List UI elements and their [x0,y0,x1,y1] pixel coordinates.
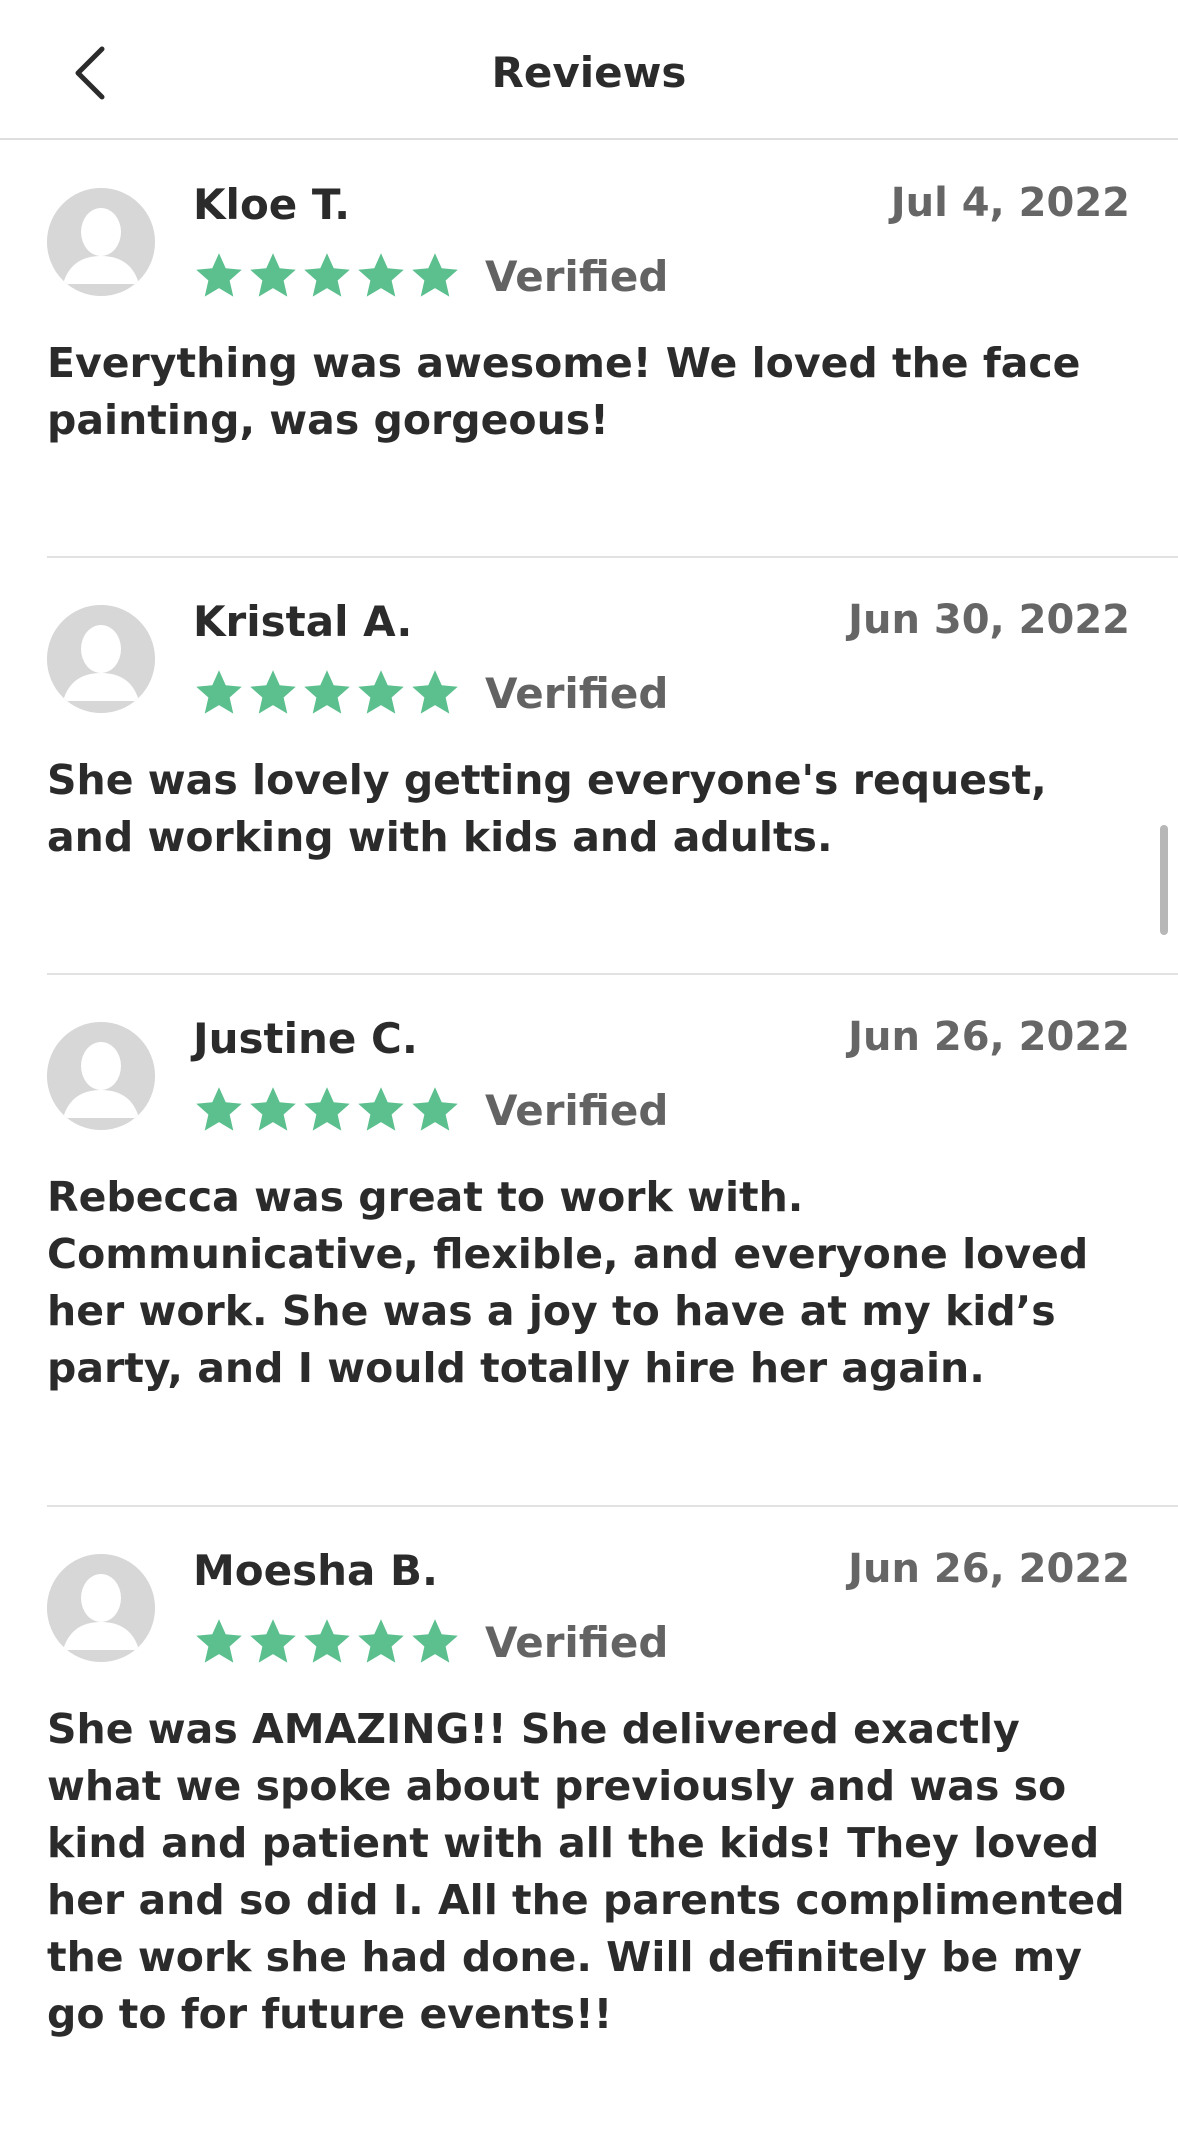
review-text: Everything was awesome! We loved the fac… [47,339,1081,444]
star-icon [358,1619,404,1663]
verified-badge: Verified [485,668,669,718]
star-icon [196,1619,242,1663]
star-icon [304,1619,350,1663]
star-rating [193,1084,463,1136]
page-title: Reviews [491,48,687,97]
star-icon [412,1619,458,1663]
star-icon [358,253,404,297]
star-icon [412,670,458,714]
star-icon [304,670,350,714]
star-icon [196,253,242,297]
rating-row: Verified [193,1082,668,1138]
star-rating [193,250,463,302]
review-text: Rebecca was great to work with. Communic… [47,1173,1089,1392]
review-date: Jun 26, 2022 [848,1014,1130,1060]
rating-row: Verified [193,1614,668,1670]
review-date: Jun 26, 2022 [848,1546,1130,1592]
review-text: She was AMAZING!! She delivered exactly … [47,1705,1125,2038]
star-icon [250,1619,296,1663]
avatar [47,605,155,713]
star-icon [304,1087,350,1131]
avatar [47,1554,155,1662]
rating-row: Verified [193,248,668,304]
review-date: Jul 4, 2022 [890,180,1130,226]
reviewer-name: Kristal A. [193,597,413,646]
user-placeholder-icon [47,605,155,713]
divider [47,1505,1178,1507]
star-icon [304,253,350,297]
scrollbar[interactable] [1160,825,1168,935]
review-date: Jun 30, 2022 [848,597,1130,643]
verified-badge: Verified [485,251,669,301]
star-rating [193,1616,463,1668]
star-icon [412,253,458,297]
divider [47,973,1178,975]
star-icon [196,1087,242,1131]
review-text: She was lovely getting everyone's reques… [47,756,1047,861]
star-icon [358,1087,404,1131]
user-placeholder-icon [47,1554,155,1662]
star-icon [412,1087,458,1131]
user-placeholder-icon [47,1022,155,1130]
avatar [47,188,155,296]
star-icon [250,253,296,297]
star-icon [358,670,404,714]
verified-badge: Verified [485,1085,669,1135]
star-icon [250,670,296,714]
reviewer-name: Moesha B. [193,1546,438,1595]
divider [47,556,1178,558]
reviewer-name: Justine C. [193,1014,418,1063]
star-icon [250,1087,296,1131]
verified-badge: Verified [485,1617,669,1667]
rating-row: Verified [193,665,668,721]
top-bar: Reviews [0,0,1178,140]
reviewer-name: Kloe T. [193,180,351,229]
user-placeholder-icon [47,188,155,296]
avatar [47,1022,155,1130]
star-rating [193,667,463,719]
star-icon [196,670,242,714]
